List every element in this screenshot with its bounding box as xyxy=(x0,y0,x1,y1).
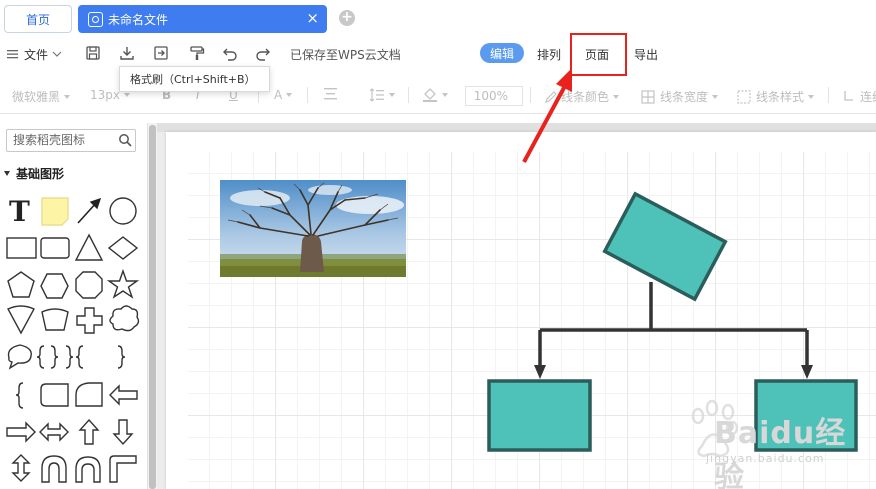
arrow-line-shape[interactable] xyxy=(77,197,102,224)
text-shape[interactable]: T xyxy=(9,195,30,228)
tab-home[interactable]: 首页 xyxy=(4,5,72,33)
line-spacing-icon xyxy=(369,88,384,102)
tab-untitled-file[interactable]: 未命名文件 × xyxy=(78,5,327,33)
cloud-shape[interactable] xyxy=(109,305,140,332)
font-color-button[interactable]: A xyxy=(274,88,293,102)
watermark-url: jingyan.baidu.com xyxy=(706,452,825,465)
up-down-arrow-shape[interactable] xyxy=(11,454,31,482)
align-icon xyxy=(324,88,337,100)
down-arrow-shape[interactable] xyxy=(112,419,134,446)
connector-lines[interactable] xyxy=(534,282,813,379)
download-icon[interactable] xyxy=(117,43,137,63)
line-width-label: 线条宽度 xyxy=(660,90,709,104)
left-rectangle-node[interactable] xyxy=(487,379,592,452)
speech-bubble-shape[interactable] xyxy=(7,344,32,370)
double-arrow-shape[interactable] xyxy=(39,422,69,442)
octagon-shape[interactable] xyxy=(75,271,103,299)
tab-title: 未命名文件 xyxy=(108,12,169,27)
save-icon[interactable] xyxy=(83,43,103,63)
chevron-down-icon xyxy=(52,51,62,57)
fill-color-button[interactable] xyxy=(422,88,448,102)
collapse-caret-icon xyxy=(4,170,10,176)
left-arrow-shape[interactable] xyxy=(109,384,138,406)
dashed-box-icon xyxy=(737,89,751,104)
rounded-tab-shape[interactable] xyxy=(40,383,69,407)
align-button[interactable] xyxy=(324,88,338,100)
line-style-button[interactable]: 线条样式 xyxy=(737,88,815,105)
sidebar-scroll-thumb[interactable] xyxy=(149,125,156,489)
bracket-close-shape[interactable] xyxy=(117,345,126,369)
connector-icon xyxy=(844,90,853,101)
format-painter-tooltip: 格式刷（Ctrl+Shift+B） xyxy=(119,66,270,92)
shape-palette: T xyxy=(6,195,140,483)
import-icon[interactable] xyxy=(151,43,171,63)
brace-left-shape[interactable] xyxy=(75,345,84,369)
arrowhead-left xyxy=(534,365,546,379)
file-menu-label: 文件 xyxy=(24,47,49,62)
font-family-value: 微软雅黑 xyxy=(12,90,61,104)
arch-shape[interactable] xyxy=(75,456,101,483)
add-tab-icon[interactable]: + xyxy=(339,10,355,26)
up-arrow-shape[interactable] xyxy=(78,418,100,445)
cross-shape[interactable] xyxy=(76,307,103,334)
line-spacing-button[interactable] xyxy=(369,88,395,102)
category-label: 基础图形 xyxy=(16,166,65,181)
font-color-label: A xyxy=(274,88,283,102)
connector-label: 连线 xyxy=(860,90,876,104)
undo-icon[interactable] xyxy=(220,43,240,63)
search-input[interactable]: 搜索稻壳图标 xyxy=(6,129,136,152)
paint-bucket-icon xyxy=(423,88,437,102)
line-style-label: 线条样式 xyxy=(756,90,805,104)
grid-icon xyxy=(641,89,655,104)
font-size-value: 13px xyxy=(90,88,120,102)
close-tab-icon[interactable]: × xyxy=(306,9,319,27)
sticky-note-shape[interactable] xyxy=(41,197,69,226)
flowchart-file-icon xyxy=(88,11,103,27)
brace-right-shape[interactable] xyxy=(65,345,74,369)
connector-button[interactable]: 连线 xyxy=(843,88,876,105)
annotation-arrow xyxy=(522,68,572,163)
diamond-shape[interactable] xyxy=(107,236,139,260)
sector-shape[interactable] xyxy=(7,305,35,335)
left-brace-shape[interactable] xyxy=(15,382,24,409)
arrowhead-right xyxy=(801,365,813,379)
right-arrow-shape[interactable] xyxy=(6,421,36,443)
trapezoid-arc-shape[interactable] xyxy=(41,308,69,331)
u-turn-arrow-shape[interactable] xyxy=(41,455,67,483)
quarter-round-shape[interactable] xyxy=(75,382,103,407)
search-icon[interactable] xyxy=(118,133,132,147)
font-family-select[interactable]: 微软雅黑 xyxy=(12,88,71,105)
rounded-rectangle-shape[interactable] xyxy=(40,237,70,259)
line-width-button[interactable]: 线条宽度 xyxy=(641,88,719,105)
corner-shape[interactable] xyxy=(109,455,137,483)
save-status: 已保存至WPS云文档 xyxy=(290,47,401,62)
opacity-value: 100% xyxy=(473,89,508,103)
triangle-shape[interactable] xyxy=(74,233,104,261)
circle-shape[interactable] xyxy=(109,197,137,225)
rotated-rectangle-node[interactable] xyxy=(602,191,728,302)
watermark-brand: Baidu经验 xyxy=(714,416,847,489)
opacity-input[interactable]: 100% xyxy=(465,86,523,106)
redo-icon[interactable] xyxy=(253,43,273,63)
rectangle-shape[interactable] xyxy=(6,237,37,259)
brace-pair-shape[interactable] xyxy=(36,345,59,369)
hexagon-shape[interactable] xyxy=(40,273,69,299)
menu-lines-icon xyxy=(7,50,18,59)
file-menu[interactable]: 文件 xyxy=(7,45,62,63)
format-painter-icon[interactable] xyxy=(187,43,207,63)
category-basic-shapes[interactable]: 基础图形 xyxy=(0,163,146,183)
star-shape[interactable] xyxy=(106,268,140,299)
pentagon-shape[interactable] xyxy=(7,271,35,298)
tab-export[interactable]: 导出 xyxy=(634,45,658,63)
